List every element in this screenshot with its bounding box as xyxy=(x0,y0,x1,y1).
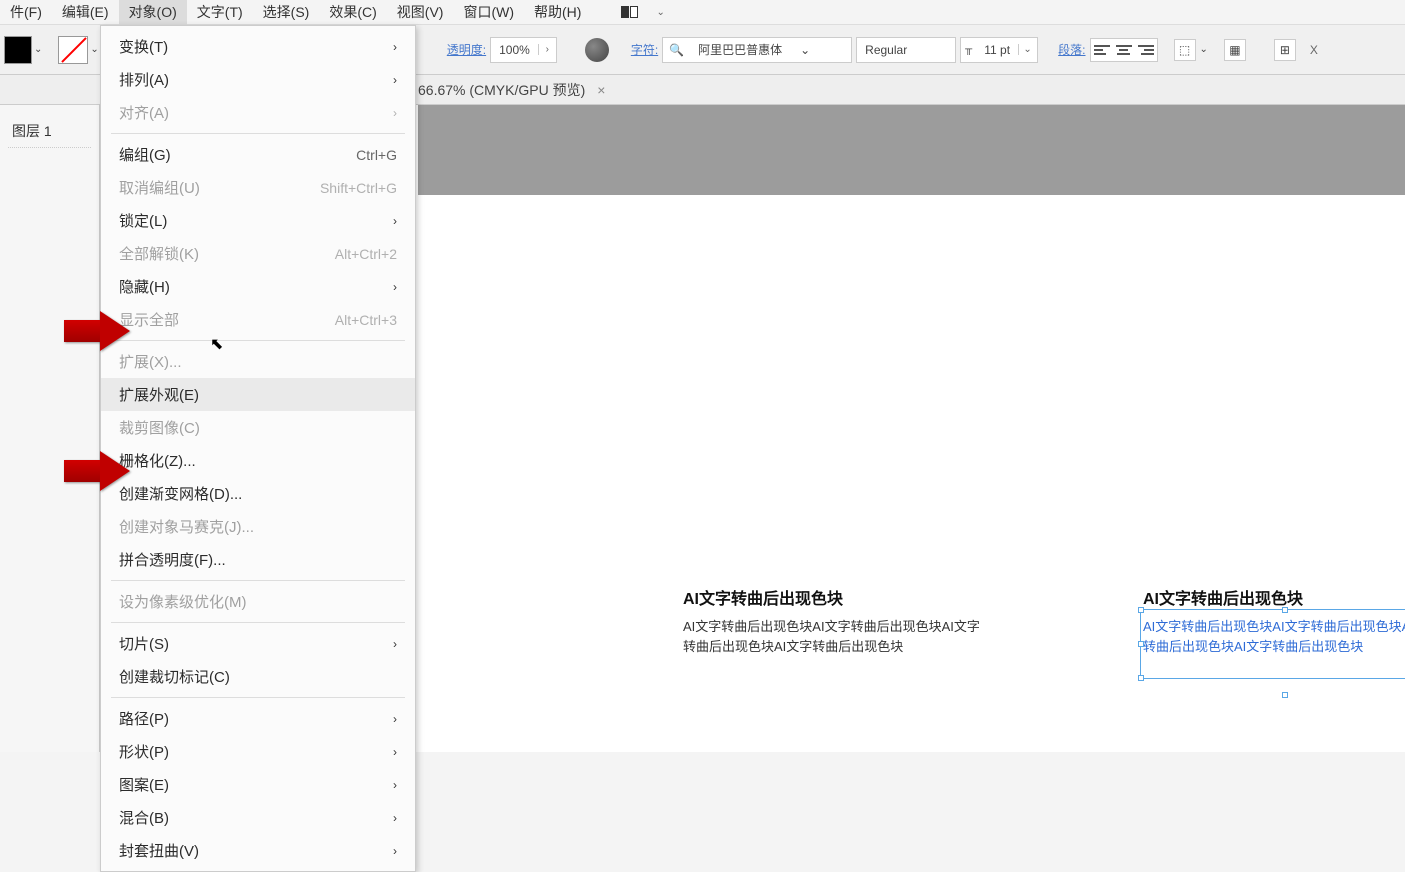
menu-path[interactable]: 路径(P)› xyxy=(101,702,415,735)
text-title: AI文字转曲后出现色块 xyxy=(683,585,983,609)
selection-handle[interactable] xyxy=(1138,607,1144,613)
text-size-icon: ╥ xyxy=(961,44,976,55)
menu-window[interactable]: 窗口(W) xyxy=(453,0,524,25)
menu-file[interactable]: 件(F) xyxy=(0,0,52,25)
align-right-button[interactable] xyxy=(1135,39,1157,61)
menu-separator xyxy=(111,697,405,698)
transform-panel-icon[interactable]: ⊞ xyxy=(1274,39,1296,61)
menu-flatten-transparency[interactable]: 拼合透明度(F)... xyxy=(101,543,415,576)
annotation-arrow-icon xyxy=(64,460,100,482)
artboard[interactable]: AI文字转曲后出现色块 AI文字转曲后出现色块AI文字转曲后出现色块AI文字转曲… xyxy=(418,195,1405,752)
pasteboard xyxy=(418,105,1405,195)
layout-dropdown-icon[interactable]: ⌄ xyxy=(646,4,674,21)
menu-envelope-distort[interactable]: 封套扭曲(V)› xyxy=(101,834,415,867)
x-label: X xyxy=(1310,43,1318,57)
menubar: 件(F) 编辑(E) 对象(O) 文字(T) 选择(S) 效果(C) 视图(V)… xyxy=(0,0,1405,25)
3d-icon[interactable]: ⬚ xyxy=(1174,39,1196,61)
menu-lock[interactable]: 锁定(L)› xyxy=(101,204,415,237)
layers-panel: 图层 1 xyxy=(0,105,100,752)
menu-show-all: 显示全部Alt+Ctrl+3 xyxy=(101,303,415,336)
selection-handle[interactable] xyxy=(1138,675,1144,681)
menu-separator xyxy=(111,622,405,623)
search-icon: 🔍 xyxy=(663,43,690,57)
menu-slice[interactable]: 切片(S)› xyxy=(101,627,415,660)
menu-hide[interactable]: 隐藏(H)› xyxy=(101,270,415,303)
text-body: AI文字转曲后出现色块AI文字转曲后出现色块AI文字转曲后出现色块AI文字转曲后… xyxy=(683,617,983,656)
menu-blend[interactable]: 混合(B)› xyxy=(101,801,415,834)
opacity-field[interactable]: 100%› xyxy=(490,37,557,63)
paragraph-label[interactable]: 段落: xyxy=(1058,41,1085,58)
menu-rasterize[interactable]: 栅格化(Z)... xyxy=(101,444,415,477)
annotation-arrow-icon xyxy=(64,320,100,342)
align-center-button[interactable] xyxy=(1113,39,1135,61)
opacity-label[interactable]: 透明度: xyxy=(447,41,486,58)
menu-mosaic: 创建对象马赛克(J)... xyxy=(101,510,415,543)
fill-color-swatch[interactable] xyxy=(4,36,32,64)
menu-edit[interactable]: 编辑(E) xyxy=(52,0,119,25)
align-panel-icon[interactable]: ▦ xyxy=(1224,39,1246,61)
character-label[interactable]: 字符: xyxy=(631,41,658,58)
menu-crop-marks[interactable]: 创建裁切标记(C) xyxy=(101,660,415,693)
menu-view[interactable]: 视图(V) xyxy=(387,0,454,25)
menu-gradient-mesh[interactable]: 创建渐变网格(D)... xyxy=(101,477,415,510)
globe-icon[interactable] xyxy=(585,38,609,62)
menu-select[interactable]: 选择(S) xyxy=(253,0,320,25)
font-family-select[interactable]: 🔍 阿里巴巴普惠体 ⌄ xyxy=(662,37,852,63)
close-tab-button[interactable]: × xyxy=(591,80,611,100)
selection-handle[interactable] xyxy=(1282,607,1288,613)
layer-item[interactable]: 图层 1 xyxy=(8,115,91,148)
menu-pixel-perfect: 设为像素级优化(M) xyxy=(101,585,415,618)
menu-separator xyxy=(111,133,405,134)
font-size-field[interactable]: ╥ 11 pt⌄ xyxy=(960,37,1038,63)
selection-handle[interactable] xyxy=(1138,641,1144,647)
menu-object[interactable]: 对象(O) xyxy=(119,0,187,25)
chevron-down-icon[interactable]: ⌄ xyxy=(1200,44,1208,55)
align-left-button[interactable] xyxy=(1091,39,1113,61)
selection-frame[interactable] xyxy=(1140,609,1405,679)
menu-align: 对齐(A)› xyxy=(101,96,415,129)
stroke-none-swatch[interactable] xyxy=(58,36,88,64)
menu-transform[interactable]: 变换(T)› xyxy=(101,30,415,63)
menu-arrange[interactable]: 排列(A)› xyxy=(101,63,415,96)
font-style-select[interactable]: Regular⌄ xyxy=(856,37,956,63)
layout-icon[interactable] xyxy=(621,6,638,18)
text-block-1: AI文字转曲后出现色块 AI文字转曲后出现色块AI文字转曲后出现色块AI文字转曲… xyxy=(683,585,983,656)
text-title: AI文字转曲后出现色块 xyxy=(1143,585,1405,609)
menu-group[interactable]: 编组(G)Ctrl+G xyxy=(101,138,415,171)
object-menu-dropdown: 变换(T)› 排列(A)› 对齐(A)› 编组(G)Ctrl+G 取消编组(U)… xyxy=(100,25,416,872)
menu-crop-image: 裁剪图像(C) xyxy=(101,411,415,444)
menu-pattern[interactable]: 图案(E)› xyxy=(101,768,415,801)
menu-unlock-all: 全部解锁(K)Alt+Ctrl+2 xyxy=(101,237,415,270)
document-tab[interactable]: 66.67% (CMYK/GPU 预览) xyxy=(418,80,585,100)
menu-expand-appearance[interactable]: 扩展外观(E) xyxy=(101,378,415,411)
menu-separator xyxy=(111,580,405,581)
selection-handle[interactable] xyxy=(1282,692,1288,698)
chevron-down-icon[interactable]: ⌄ xyxy=(90,44,98,55)
menu-effect[interactable]: 效果(C) xyxy=(319,0,386,25)
menu-help[interactable]: 帮助(H) xyxy=(524,0,591,25)
menu-text[interactable]: 文字(T) xyxy=(187,0,253,25)
menu-ungroup: 取消编组(U)Shift+Ctrl+G xyxy=(101,171,415,204)
cursor-icon: ⬉ xyxy=(210,334,223,354)
menu-separator xyxy=(111,340,405,341)
menu-expand: 扩展(X)... xyxy=(101,345,415,378)
chevron-down-icon[interactable]: ⌄ xyxy=(34,44,42,55)
